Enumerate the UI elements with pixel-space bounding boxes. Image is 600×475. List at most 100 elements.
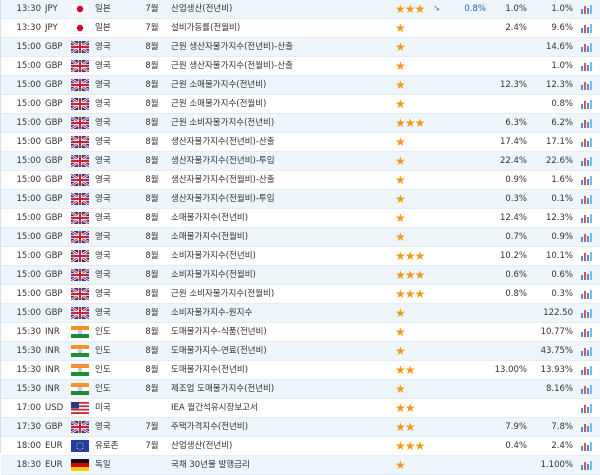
table-row[interactable]: 15:30 INR 인도 8월 도매물가지수-연료(전년비) ★ 43.75% [1, 342, 600, 361]
table-row[interactable]: 15:00 GBP 영국 8월 소매물가지수(전년비) ★ 12.4% 12.3… [1, 209, 600, 228]
chart-icon[interactable] [579, 266, 593, 284]
chart-icon[interactable] [579, 19, 593, 37]
trend-arrow [433, 38, 443, 56]
chart-icon[interactable] [579, 342, 593, 360]
event-name[interactable]: 주택가격지수(전년비) [171, 418, 396, 436]
table-row[interactable]: 13:30 JPY 일본 7월 설비가동률(전월비) ★ 2.4% 9.6% [1, 19, 600, 38]
actual-value [446, 323, 486, 341]
table-row[interactable]: 15:00 GBP 영국 8월 생산자물가지수(전월비)-투입 ★ 0.3% 0… [1, 190, 600, 209]
chart-icon[interactable] [579, 114, 593, 132]
table-row[interactable]: 15:00 GBP 영국 8월 생산자물가지수(전월비)-산출 ★ 0.9% 1… [1, 171, 600, 190]
event-name[interactable]: 소비자물가지수(전월비) [171, 266, 396, 284]
chart-icon[interactable] [579, 361, 593, 379]
currency-code: USD [45, 403, 64, 413]
chart-icon[interactable] [579, 228, 593, 246]
country-flag [71, 209, 91, 227]
event-name[interactable]: 생산자물가지수(전년비)-산출 [171, 133, 396, 151]
forecast-value [491, 304, 527, 322]
chart-icon[interactable] [579, 380, 593, 398]
event-name[interactable]: 설비가동률(전월비) [171, 19, 396, 37]
importance-stars: ★ [395, 154, 406, 168]
event-name[interactable]: 근원 소비자물가지수(전년비) [171, 114, 396, 132]
chart-icon[interactable] [579, 152, 593, 170]
event-name[interactable]: 근원 생산자물가지수(전년비)-산출 [171, 38, 396, 56]
event-name[interactable]: 생산자물가지수(전월비)-투입 [171, 190, 396, 208]
table-row[interactable]: 18:30 EUR 독일 국채 30년물 발행금리 ★ 1.100% [1, 456, 600, 475]
table-row[interactable]: 15:00 GBP 영국 8월 근원 소매물가지수(전년비) ★ 12.3% 1… [1, 76, 600, 95]
event-name[interactable]: 소매물가지수(전월비) [171, 228, 396, 246]
country-name: 영국 [95, 308, 111, 318]
chart-icon[interactable] [579, 418, 593, 436]
event-name[interactable]: 소비자물가지수-원지수 [171, 304, 396, 322]
reference-month: 8월 [145, 365, 159, 375]
country-name: 영국 [95, 422, 111, 432]
event-name[interactable]: 산업생산(전년비) [171, 0, 396, 18]
event-name[interactable]: IEA 월간석유시장보고서 [171, 399, 396, 417]
event-name[interactable]: 도매물가지수-식품(전년비) [171, 323, 396, 341]
chart-icon[interactable] [579, 456, 593, 474]
currency-code: EUR [45, 460, 63, 470]
event-name[interactable]: 소비자물가지수(전년비) [171, 247, 396, 265]
previous-value: 8.16% [545, 384, 573, 394]
chart-icon[interactable] [579, 323, 593, 341]
chart-icon[interactable] [579, 57, 593, 75]
event-name[interactable]: 근원 소비자물가지수(전월비) [171, 285, 396, 303]
event-name[interactable]: 근원 소매물가지수(전년비) [171, 76, 396, 94]
chart-icon[interactable] [579, 209, 593, 227]
previous-value: 7.8% [551, 422, 573, 432]
previous-value: 0.6% [551, 270, 573, 280]
event-name[interactable]: 소매물가지수(전년비) [171, 209, 396, 227]
event-name[interactable]: 생산자물가지수(전년비)-투입 [171, 152, 396, 170]
forecast-value [491, 57, 527, 75]
chart-icon[interactable] [579, 0, 593, 18]
india-flag-icon [71, 383, 89, 395]
chart-icon[interactable] [579, 247, 593, 265]
chart-icon[interactable] [579, 190, 593, 208]
table-row[interactable]: 13:30 JPY 일본 7월 산업생산(전년비) ★★★ ➘ 0.8% 1.0… [1, 0, 600, 19]
chart-icon[interactable] [579, 38, 593, 56]
trend-arrow [433, 152, 443, 170]
actual-value [446, 380, 486, 398]
currency-code: GBP [45, 118, 63, 128]
table-row[interactable]: 15:00 GBP 영국 8월 소매물가지수(전월비) ★ 0.7% 0.9% [1, 228, 600, 247]
table-row[interactable]: 15:00 GBP 영국 8월 소비자물가지수-원지수 ★ 122.50 [1, 304, 600, 323]
event-name[interactable]: 도매물가지수-연료(전년비) [171, 342, 396, 360]
event-name[interactable]: 국채 30년물 발행금리 [171, 456, 396, 474]
previous-value: 12.3% [545, 213, 573, 223]
chart-icon[interactable] [579, 437, 593, 455]
table-row[interactable]: 15:00 GBP 영국 8월 근원 생산자물가지수(전월비)-산출 ★ 1.0… [1, 57, 600, 76]
chart-icon[interactable] [579, 171, 593, 189]
event-name[interactable]: 제조업 도매물가지수(전년비) [171, 380, 396, 398]
table-row[interactable]: 15:00 GBP 영국 8월 근원 소매물가지수(전월비) ★ 0.8% [1, 95, 600, 114]
event-name[interactable]: 근원 소매물가지수(전월비) [171, 95, 396, 113]
table-row[interactable]: 15:30 INR 인도 8월 도매물가지수(전년비) ★★ 13.00% 13… [1, 361, 600, 380]
chart-icon[interactable] [579, 133, 593, 151]
table-row[interactable]: 15:00 GBP 영국 8월 근원 소비자물가지수(전월비) ★★★ 0.8%… [1, 285, 600, 304]
chart-icon[interactable] [579, 304, 593, 322]
table-row[interactable]: 15:00 GBP 영국 8월 생산자물가지수(전년비)-투입 ★ 22.4% … [1, 152, 600, 171]
table-row[interactable]: 15:30 INR 인도 8월 제조업 도매물가지수(전년비) ★ 8.16% [1, 380, 600, 399]
table-row[interactable]: 18:00 EUR 유로존 7월 산업생산(전년비) ★★★ 0.4% 2.4% [1, 437, 600, 456]
table-row[interactable]: 15:00 GBP 영국 8월 소비자물가지수(전월비) ★★★ 0.6% 0.… [1, 266, 600, 285]
currency-code: GBP [45, 99, 63, 109]
country-flag [71, 0, 91, 18]
chart-icon[interactable] [579, 95, 593, 113]
trend-arrow [433, 285, 443, 303]
event-name[interactable]: 산업생산(전년비) [171, 437, 396, 455]
importance-stars: ★ [395, 458, 406, 472]
chart-icon[interactable] [579, 399, 593, 417]
event-name[interactable]: 도매물가지수(전년비) [171, 361, 396, 379]
chart-icon[interactable] [579, 76, 593, 94]
table-row[interactable]: 17:30 GBP 영국 7월 주택가격지수(전년비) ★★ 7.9% 7.8% [1, 418, 600, 437]
table-row[interactable]: 15:30 INR 인도 8월 도매물가지수-식품(전년비) ★ 10.77% [1, 323, 600, 342]
table-row[interactable]: 17:00 USD 미국 IEA 월간석유시장보고서 ★★ [1, 399, 600, 418]
event-time: 15:00 [16, 137, 42, 147]
table-row[interactable]: 15:00 GBP 영국 8월 생산자물가지수(전년비)-산출 ★ 17.4% … [1, 133, 600, 152]
actual-value [446, 437, 486, 455]
chart-icon[interactable] [579, 285, 593, 303]
table-row[interactable]: 15:00 GBP 영국 8월 근원 생산자물가지수(전년비)-산출 ★ 14.… [1, 38, 600, 57]
table-row[interactable]: 15:00 GBP 영국 8월 근원 소비자물가지수(전년비) ★★★ 6.3%… [1, 114, 600, 133]
table-row[interactable]: 15:00 GBP 영국 8월 소비자물가지수(전년비) ★★★ 10.2% 1… [1, 247, 600, 266]
event-name[interactable]: 생산자물가지수(전월비)-산출 [171, 171, 396, 189]
event-name[interactable]: 근원 생산자물가지수(전월비)-산출 [171, 57, 396, 75]
